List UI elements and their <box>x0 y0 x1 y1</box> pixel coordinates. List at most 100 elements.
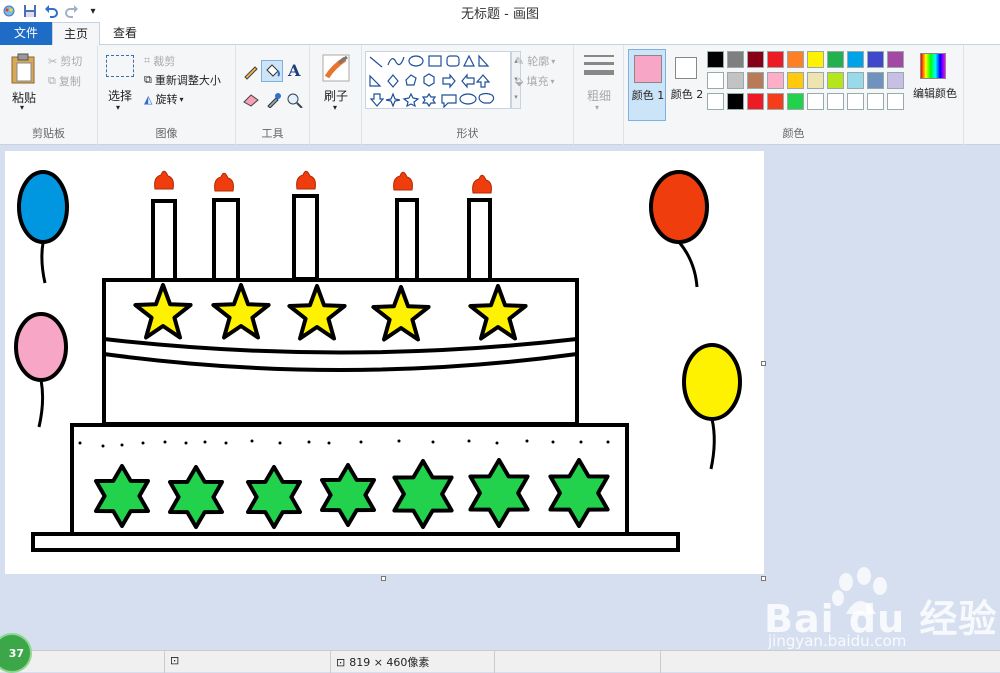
drawing-canvas[interactable] <box>5 151 764 574</box>
cake-top-tier <box>102 278 579 426</box>
canvas-size-segment: ⊡ 819 × 460像素 <box>336 654 429 670</box>
brushes-button[interactable]: 刷子 ▾ <box>316 51 356 113</box>
select-button[interactable]: 选择 ▾ <box>104 51 136 113</box>
cut-button[interactable]: ✂ 剪切 <box>48 53 82 69</box>
text-tool-icon[interactable]: A <box>288 61 300 80</box>
palette-swatch[interactable] <box>767 93 784 110</box>
rotate-label: 旋转 <box>155 93 178 106</box>
fill-button[interactable]: ⬙ 填充 ▾ <box>515 73 554 89</box>
color-picker-icon[interactable] <box>265 92 283 108</box>
color-palette <box>707 51 912 113</box>
outline-dropdown-icon: ▾ <box>551 56 556 66</box>
palette-swatch[interactable] <box>887 93 904 110</box>
crop-button[interactable]: ⌗ 裁剪 <box>144 53 175 69</box>
palette-swatch[interactable] <box>887 72 904 89</box>
palette-swatch[interactable] <box>787 51 804 68</box>
color2-swatch <box>675 57 697 79</box>
palette-swatch[interactable] <box>867 72 884 89</box>
status-divider <box>330 651 331 673</box>
palette-swatch[interactable] <box>747 51 764 68</box>
ribbon: 粘贴 ▾ ✂ 剪切 ⧉ 复制 剪贴板 选择 ▾ ⌗ 裁剪 ⧉ 重新调整大小 ◭ 旋转 ▾ 图… <box>0 45 1000 145</box>
resize-handle-bottom[interactable] <box>381 576 386 581</box>
palette-swatch[interactable] <box>727 72 744 89</box>
clipboard-group-label: 剪贴板 <box>32 127 65 140</box>
balloon <box>14 312 68 382</box>
palette-swatch[interactable] <box>787 93 804 110</box>
palette-swatch[interactable] <box>847 51 864 68</box>
palette-swatch[interactable] <box>747 72 764 89</box>
palette-swatch[interactable] <box>707 72 724 89</box>
paste-button[interactable]: 粘贴 ▾ <box>6 51 42 113</box>
selection-size-segment: ⊡ <box>170 654 179 667</box>
palette-swatch[interactable] <box>767 51 784 68</box>
magnifier-icon[interactable] <box>286 92 304 108</box>
title-bar: ▾ 无标题 - 画图 <box>0 0 1000 22</box>
tab-view[interactable]: 查看 <box>102 22 148 45</box>
status-bar: 37 ⊡ ⊡ 819 × 460像素 <box>0 633 1000 673</box>
resize-label: 重新调整大小 <box>154 74 221 87</box>
edit-colors-button[interactable]: 编辑颜色 <box>910 51 958 113</box>
ribbon-tabs: 文件 主页 查看 <box>0 22 1000 46</box>
tab-home[interactable]: 主页 <box>52 22 100 46</box>
eraser-icon[interactable] <box>242 92 260 108</box>
window-title: 无标题 - 画图 <box>461 7 539 22</box>
baidu-url-text: jingyan.baidu.com <box>768 632 907 650</box>
size-group: 粗细 ▾ <box>574 45 624 145</box>
palette-swatch[interactable] <box>707 93 724 110</box>
candle-flame <box>472 174 492 194</box>
fill-label: 填充 <box>526 75 549 88</box>
palette-swatch[interactable] <box>807 51 824 68</box>
palette-swatch[interactable] <box>727 93 744 110</box>
resize-handle-right[interactable] <box>761 361 766 366</box>
palette-swatch[interactable] <box>707 51 724 68</box>
fill-dropdown-icon: ▾ <box>550 76 555 86</box>
resize-button[interactable]: ⧉ 重新调整大小 <box>144 72 221 88</box>
shapes-gallery-icons <box>369 54 495 108</box>
rotate-button[interactable]: ◭ 旋转 ▾ <box>144 91 183 107</box>
selection-icon: ⊡ <box>170 654 180 667</box>
palette-swatch[interactable] <box>867 93 884 110</box>
tools-group: A 工具 <box>236 45 310 145</box>
status-badge-count: 37 <box>8 646 24 660</box>
palette-swatch[interactable] <box>847 72 864 89</box>
palette-swatch[interactable] <box>787 72 804 89</box>
resize-icon: ⧉ <box>144 73 152 86</box>
palette-swatch[interactable] <box>827 72 844 89</box>
palette-swatch[interactable] <box>827 93 844 110</box>
candles <box>151 194 492 284</box>
palette-swatch[interactable] <box>767 72 784 89</box>
palette-swatch[interactable] <box>827 51 844 68</box>
shapes-gallery[interactable] <box>365 51 511 109</box>
color2-label: 颜色 2 <box>670 88 704 101</box>
status-divider <box>494 651 495 673</box>
line-width-icon <box>584 55 614 75</box>
canvas-area: Bai du 经验 jingyan.baidu.com <box>0 146 1000 650</box>
copy-button[interactable]: ⧉ 复制 <box>48 73 81 89</box>
outline-icon: ✎ <box>515 54 525 68</box>
palette-swatch[interactable] <box>887 51 904 68</box>
baidu-watermark: Bai du 经验 jingyan.baidu.com <box>760 558 1000 650</box>
fill-tool-button[interactable] <box>261 60 283 82</box>
tab-file[interactable]: 文件 <box>0 22 52 45</box>
palette-swatch[interactable] <box>727 51 744 68</box>
palette-swatch[interactable] <box>867 51 884 68</box>
balloon-string <box>677 241 699 288</box>
balloon <box>649 170 709 244</box>
palette-swatch[interactable] <box>807 72 824 89</box>
copy-icon: ⧉ <box>48 74 56 87</box>
candle-flame <box>296 170 316 190</box>
palette-swatch[interactable] <box>847 93 864 110</box>
outline-button[interactable]: ✎ 轮廓 ▾ <box>515 53 555 69</box>
image-group-label: 图像 <box>155 127 178 140</box>
size-button[interactable]: 粗细 ▾ <box>580 51 618 113</box>
status-badge: 37 <box>0 633 32 673</box>
colors-group-label: 颜色 <box>782 127 805 140</box>
color1-button[interactable]: 颜色 1 <box>628 49 666 121</box>
select-dropdown-icon: ▾ <box>116 103 121 112</box>
balloon <box>17 170 69 244</box>
color2-button[interactable]: 颜色 2 <box>668 49 706 121</box>
pencil-icon[interactable] <box>242 62 260 80</box>
balloon-string <box>40 242 47 284</box>
palette-swatch[interactable] <box>747 93 764 110</box>
palette-swatch[interactable] <box>807 93 824 110</box>
